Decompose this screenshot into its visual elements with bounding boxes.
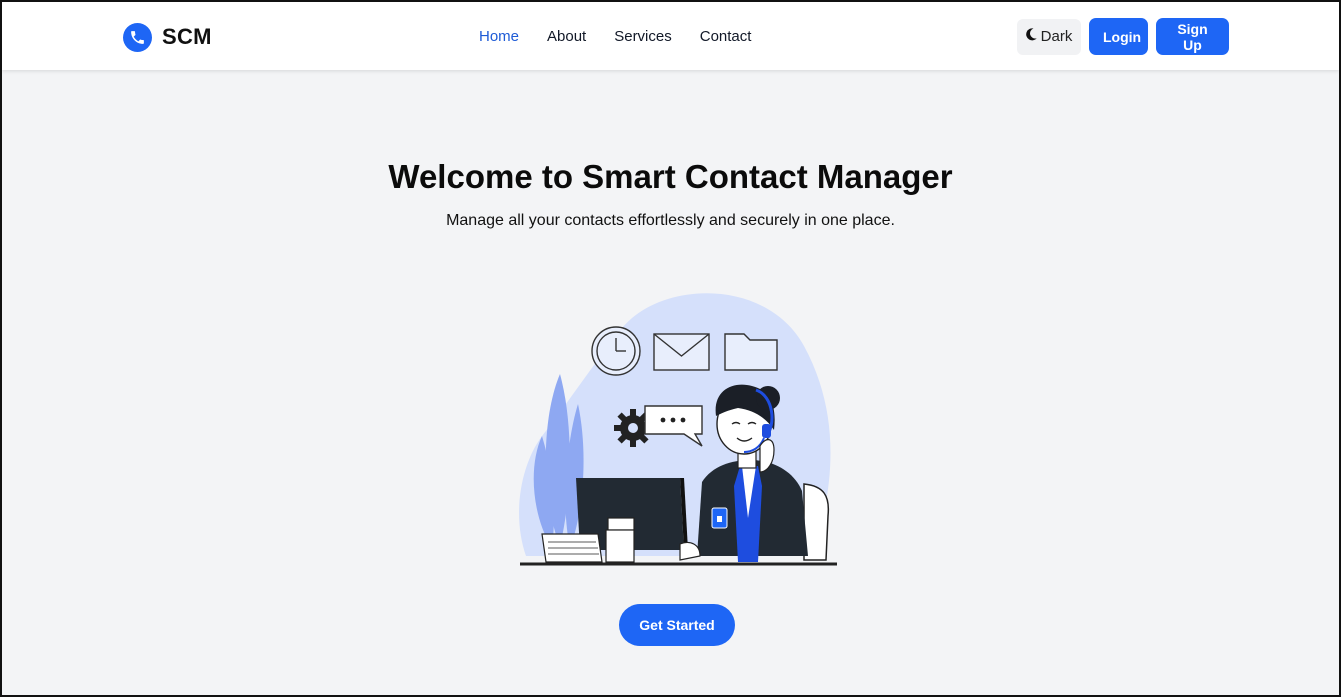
- keyboard-icon: [541, 533, 603, 563]
- theme-toggle-button[interactable]: Dark: [1017, 18, 1081, 55]
- hero-illustration: [512, 286, 842, 576]
- navbar: SCM Home About Services Contact Dark Log…: [2, 2, 1339, 70]
- phone-icon: [123, 22, 152, 52]
- login-button[interactable]: Login: [1089, 18, 1148, 55]
- nav-link-services[interactable]: Services: [614, 28, 672, 45]
- brand-logo[interactable]: SCM: [123, 21, 212, 53]
- nav-links: Home About Services Contact: [479, 28, 751, 45]
- hero-subtitle: Manage all your contacts effortlessly an…: [446, 212, 895, 229]
- signup-button[interactable]: Sign Up: [1156, 18, 1229, 55]
- get-started-button[interactable]: Get Started: [619, 604, 735, 646]
- hero-title: Welcome to Smart Contact Manager: [388, 158, 953, 195]
- page-frame: SCM Home About Services Contact Dark Log…: [0, 0, 1341, 697]
- envelope-icon: [653, 333, 710, 371]
- nav-link-about[interactable]: About: [547, 28, 586, 45]
- nav-actions: Dark Login Sign Up: [1017, 18, 1229, 55]
- brand-name: SCM: [162, 24, 212, 49]
- folder-icon: [724, 333, 778, 371]
- nav-link-contact[interactable]: Contact: [700, 28, 752, 45]
- moon-icon: [1025, 28, 1037, 45]
- clock-icon: [591, 326, 641, 376]
- theme-toggle-label: Dark: [1040, 28, 1073, 45]
- nav-link-home[interactable]: Home: [479, 28, 519, 45]
